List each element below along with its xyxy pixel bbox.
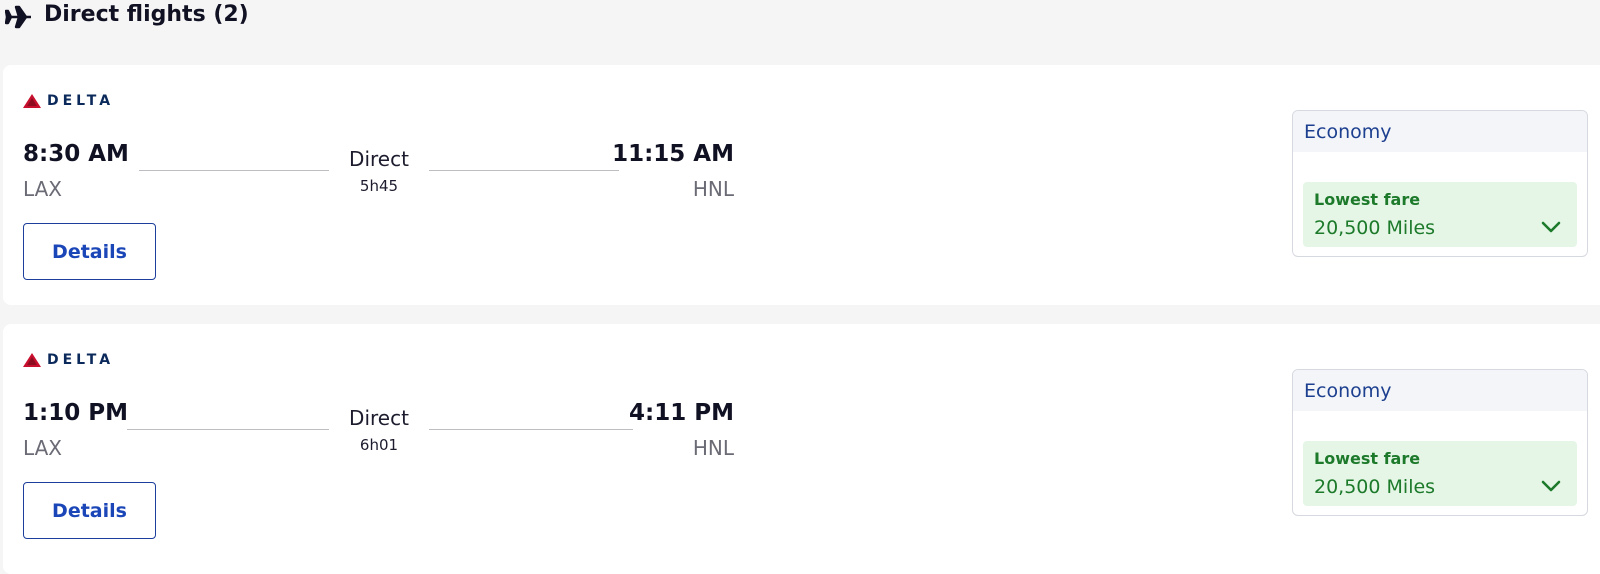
arrival-airport: HNL [692,177,734,201]
lowest-fare-option[interactable]: Lowest fare 20,500 Miles [1303,441,1577,506]
fare-price: 20,500 Miles [1314,476,1436,498]
lowest-fare-option[interactable]: Lowest fare 20,500 Miles [1303,182,1577,247]
details-button[interactable]: Details [23,223,156,280]
departure-time: 8:30 AM [23,141,129,167]
arrival-time: 4:11 PM [629,400,734,426]
airline-name: DELTA [47,93,115,109]
fare-panel: Economy Lowest fare 20,500 Miles [1292,369,1588,516]
chevron-down-icon [1541,221,1561,233]
route-line-left [127,429,329,430]
delta-widget-icon [23,353,41,367]
flight-card: DELTA 8:30 AM LAX Direct 5h45 11:15 AM H… [3,65,1600,305]
departure-time: 1:10 PM [23,400,128,426]
departure-airport: LAX [23,177,62,201]
details-button[interactable]: Details [23,482,156,539]
route-line-right [429,429,633,430]
departure-airport: LAX [23,436,62,460]
airplane-icon [5,5,31,29]
stops-label: Direct [349,406,409,430]
airline-name: DELTA [47,352,115,368]
section-title: Direct flights (2) [44,2,249,27]
route-line-right [429,170,619,171]
duration: 5h45 [359,177,399,195]
fare-label: Lowest fare [1314,190,1421,209]
airline-logo: DELTA [23,352,114,368]
cabin-class: Economy [1293,111,1587,152]
arrival-airport: HNL [692,436,734,460]
airline-logo: DELTA [23,93,114,109]
duration: 6h01 [359,436,399,454]
stops-label: Direct [349,147,409,171]
flight-card: DELTA 1:10 PM LAX Direct 6h01 4:11 PM HN… [3,324,1600,574]
cabin-class: Economy [1293,370,1587,411]
fare-label: Lowest fare [1314,449,1421,468]
fare-panel: Economy Lowest fare 20,500 Miles [1292,110,1588,257]
arrival-time: 11:15 AM [612,141,734,167]
delta-widget-icon [23,94,41,108]
chevron-down-icon [1541,480,1561,492]
fare-price: 20,500 Miles [1314,217,1436,239]
route-line-left [139,170,329,171]
